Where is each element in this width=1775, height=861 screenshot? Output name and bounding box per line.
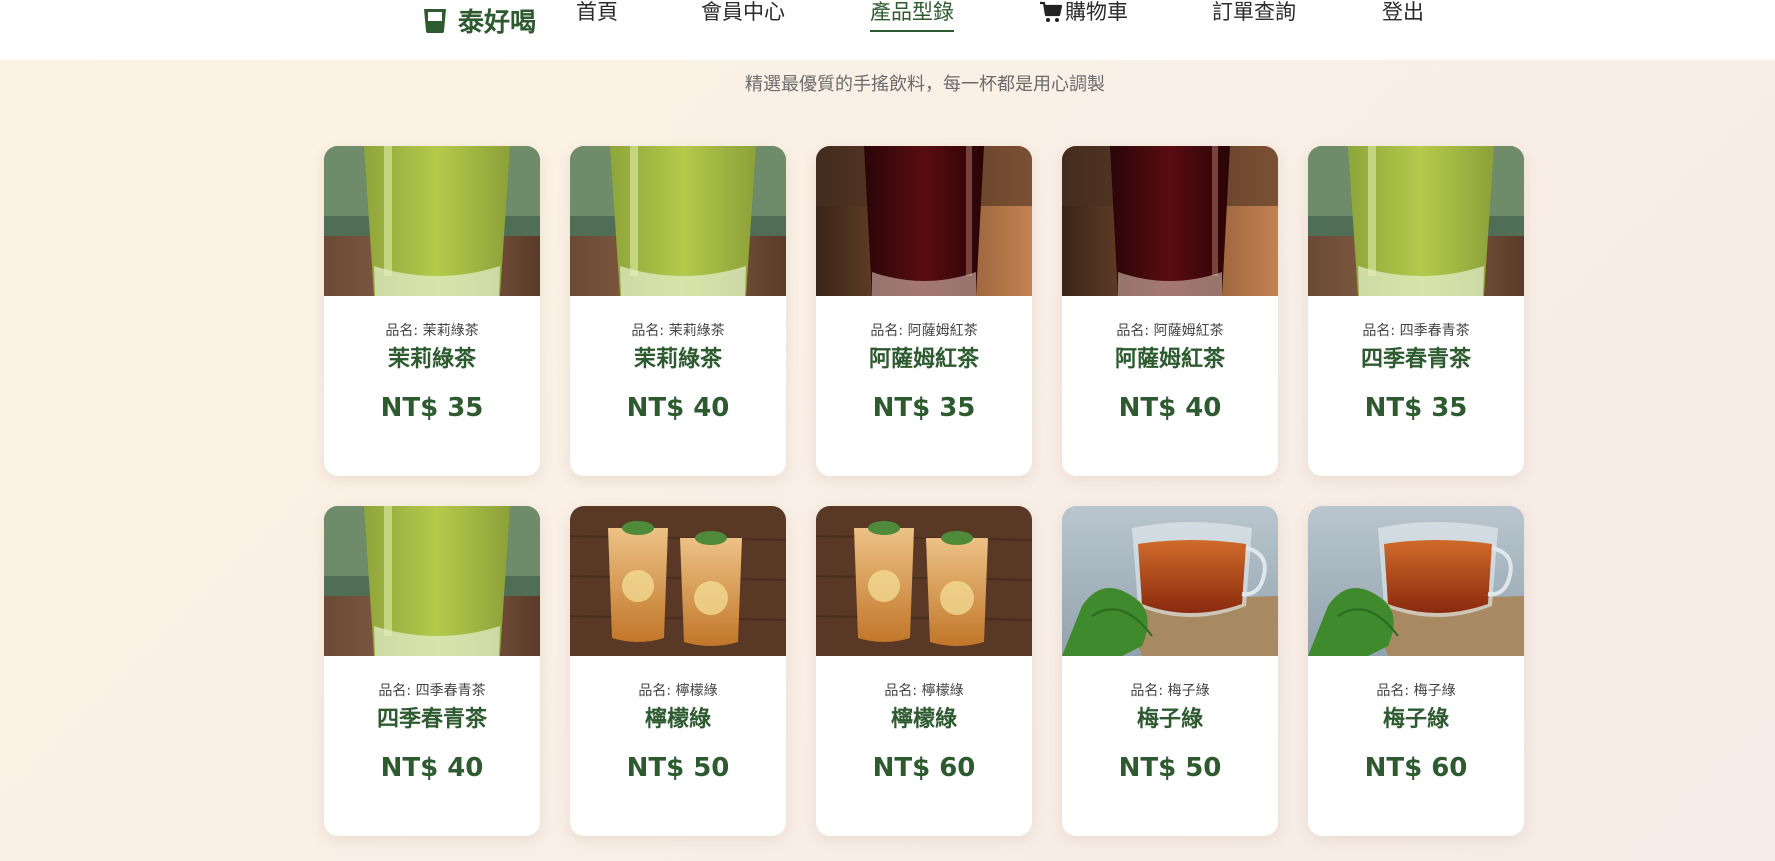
lemon-tea-image (570, 506, 786, 656)
green-tea-image (324, 146, 540, 296)
nav-home[interactable]: 首頁 (576, 0, 618, 26)
product-grid: 品名: 茉莉綠茶 茉莉綠茶 NT$ 35 品名: 茉莉綠茶 茉莉綠茶 NT$ 4… (324, 146, 1524, 836)
product-label: 品名: 梅子綠 (1376, 683, 1456, 699)
product-price: NT$ 40 (626, 393, 730, 423)
product-price: NT$ 50 (1118, 753, 1222, 783)
green-tea-image (570, 146, 786, 296)
product-name: 梅子綠 (1382, 707, 1449, 732)
nav-product-catalog-label: 產品型錄 (870, 0, 954, 24)
product-name: 茉莉綠茶 (633, 347, 722, 372)
brand-name: 泰好喝 (458, 7, 537, 38)
product-label: 品名: 四季春青茶 (378, 683, 486, 699)
product-card[interactable]: 品名: 茉莉綠茶 茉莉綠茶 NT$ 35 (324, 146, 540, 476)
product-price: NT$ 50 (626, 753, 730, 783)
nav-order-lookup[interactable]: 訂單查詢 (1212, 0, 1296, 26)
product-card[interactable]: 品名: 阿薩姆紅茶 阿薩姆紅茶 NT$ 35 (816, 146, 1032, 476)
product-name: 檸檬綠 (890, 707, 957, 732)
product-card[interactable]: 品名: 四季春青茶 四季春青茶 NT$ 40 (324, 506, 540, 836)
product-label: 品名: 茉莉綠茶 (385, 323, 479, 339)
product-label: 品名: 檸檬綠 (638, 683, 718, 699)
plum-tea-image (1062, 506, 1278, 656)
nav-member-center[interactable]: 會員中心 (701, 0, 785, 26)
product-label: 品名: 檸檬綠 (884, 683, 964, 699)
brand-logo[interactable]: 泰好喝 (420, 2, 536, 38)
product-card[interactable]: 品名: 茉莉綠茶 茉莉綠茶 NT$ 40 (570, 146, 786, 476)
nav-logout[interactable]: 登出 (1382, 0, 1424, 26)
product-price: NT$ 60 (872, 753, 976, 783)
product-price: NT$ 35 (380, 393, 484, 423)
nav-member-center-label: 會員中心 (701, 0, 785, 24)
nav-order-lookup-label: 訂單查詢 (1212, 0, 1296, 24)
product-label: 品名: 阿薩姆紅茶 (1116, 323, 1224, 339)
nav-cart[interactable]: 購物車 (1039, 0, 1128, 26)
product-name: 梅子綠 (1136, 707, 1203, 732)
product-name: 四季春青茶 (376, 707, 487, 732)
cup-icon (424, 9, 446, 33)
cart-icon (1040, 1, 1063, 22)
black-tea-image (816, 146, 1032, 296)
product-price: NT$ 40 (1118, 393, 1222, 423)
product-card[interactable]: 品名: 檸檬綠 檸檬綠 NT$ 50 (570, 506, 786, 836)
green-tea-image (1308, 146, 1524, 296)
product-label: 品名: 茉莉綠茶 (631, 323, 725, 339)
product-name: 阿薩姆紅茶 (1114, 347, 1225, 372)
nav-logout-label: 登出 (1382, 0, 1424, 24)
green-tea-image (324, 506, 540, 656)
product-label: 品名: 阿薩姆紅茶 (870, 323, 978, 339)
product-card[interactable]: 品名: 梅子綠 梅子綠 NT$ 50 (1062, 506, 1278, 836)
product-card[interactable]: 品名: 阿薩姆紅茶 阿薩姆紅茶 NT$ 40 (1062, 146, 1278, 476)
product-card[interactable]: 品名: 檸檬綠 檸檬綠 NT$ 60 (816, 506, 1032, 836)
nav-home-label: 首頁 (576, 0, 618, 24)
product-price: NT$ 40 (380, 753, 484, 783)
product-price: NT$ 35 (1364, 393, 1468, 423)
top-navbar: 泰好喝 首頁 會員中心 產品型錄 購物車 訂單查詢 登出 (0, 0, 1775, 60)
nav-product-catalog[interactable]: 產品型錄 (870, 0, 954, 32)
product-name: 四季春青茶 (1360, 347, 1471, 372)
black-tea-image (1062, 146, 1278, 296)
plum-tea-image (1308, 506, 1524, 656)
product-card[interactable]: 品名: 梅子綠 梅子綠 NT$ 60 (1308, 506, 1524, 836)
product-name: 檸檬綠 (644, 707, 711, 732)
product-name: 茉莉綠茶 (387, 347, 476, 372)
page-subtitle: 精選最優質的手搖飲料，每一杯都是用心調製 (745, 74, 1105, 95)
product-label: 品名: 四季春青茶 (1362, 323, 1470, 339)
product-price: NT$ 35 (872, 393, 976, 423)
product-label: 品名: 梅子綠 (1130, 683, 1210, 699)
product-card[interactable]: 品名: 四季春青茶 四季春青茶 NT$ 35 (1308, 146, 1524, 476)
product-price: NT$ 60 (1364, 753, 1468, 783)
nav-cart-label: 購物車 (1065, 0, 1128, 24)
lemon-tea-image (816, 506, 1032, 656)
product-name: 阿薩姆紅茶 (868, 347, 979, 372)
